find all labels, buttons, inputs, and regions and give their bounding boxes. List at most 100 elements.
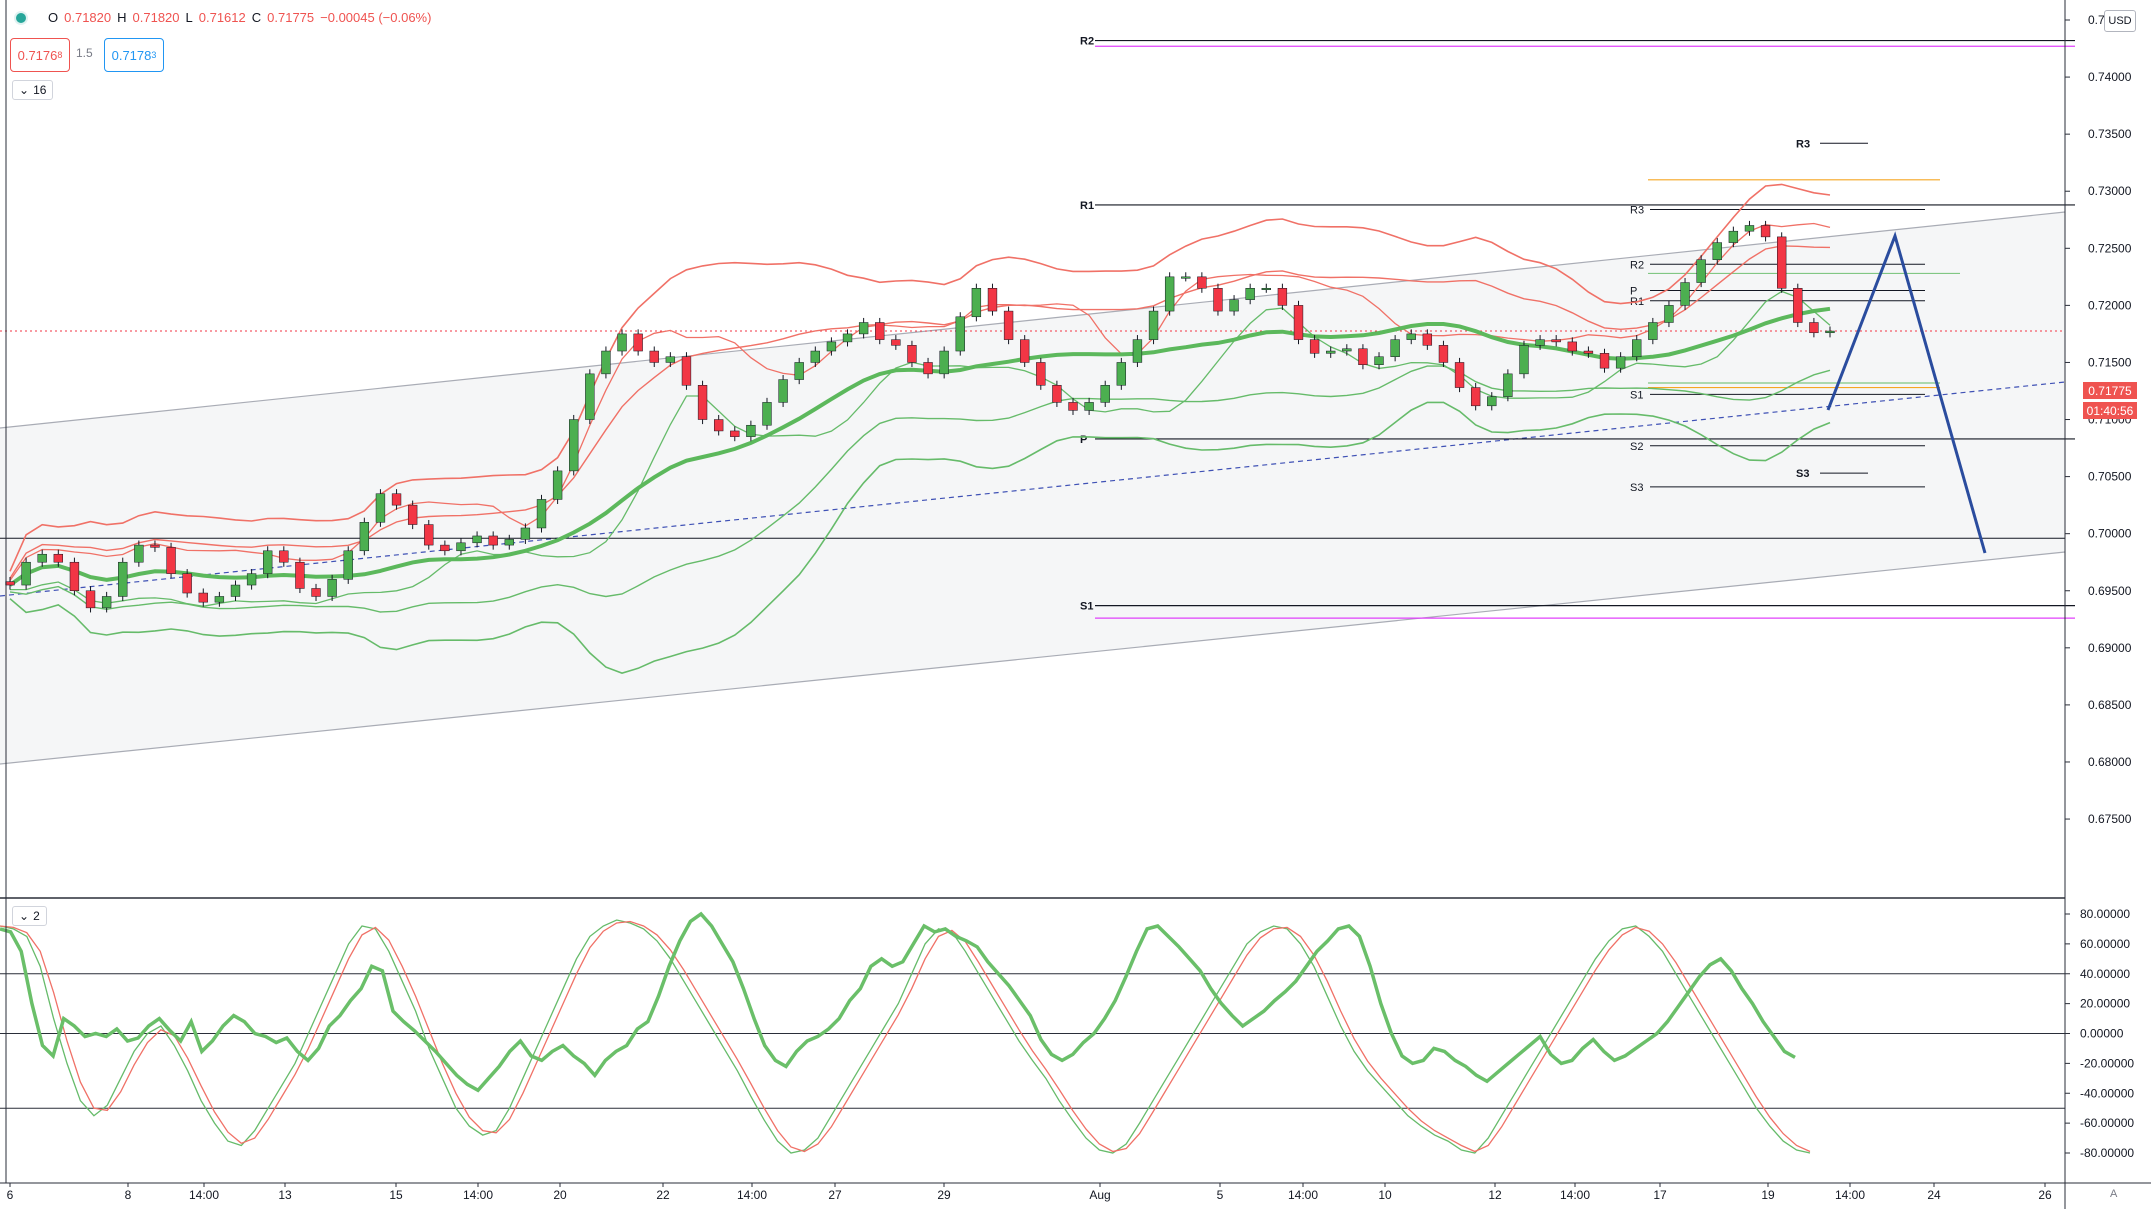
candle-body: [1020, 339, 1030, 363]
time-tick-label: 6: [7, 1188, 14, 1202]
candle-body: [1406, 333, 1416, 340]
price-tick-label: 0.73500: [2088, 127, 2132, 141]
time-tick-label: 14:00: [189, 1188, 219, 1202]
sell-button[interactable]: 0.7176 8: [10, 38, 70, 72]
price-tick-label: 0.70000: [2088, 527, 2132, 541]
candle-body: [1148, 310, 1159, 340]
candle-body: [1696, 259, 1706, 283]
candle-body: [311, 588, 321, 597]
weekly-pivot-label: P: [1080, 434, 1087, 446]
price-tick-label: 0.68000: [2088, 755, 2132, 769]
price-tick-label: 0.71500: [2088, 355, 2132, 369]
candle-body: [1293, 305, 1304, 340]
osc-tick-label: -80.00000: [2080, 1146, 2134, 1160]
osc-tick-label: 20.00000: [2080, 997, 2130, 1011]
currency-button[interactable]: USD: [2104, 10, 2136, 32]
buy-button[interactable]: 0.7178 3: [104, 38, 164, 72]
time-tick-label: 14:00: [1560, 1188, 1590, 1202]
candle-body: [1116, 362, 1127, 386]
candle-body: [697, 385, 708, 420]
last-price-label: 0.71775: [2083, 382, 2137, 399]
daily-pivot-label: P: [1630, 286, 1637, 298]
candle-body: [778, 379, 788, 403]
price-tick-label: 0.69000: [2088, 641, 2132, 655]
candle-body: [85, 590, 96, 609]
candle-body: [1583, 350, 1594, 354]
candle-body: [295, 561, 305, 589]
candle-body: [1003, 310, 1014, 340]
candle-body: [585, 373, 595, 420]
candle-body: [407, 504, 418, 525]
candle-body: [601, 350, 611, 375]
candle-body: [1277, 288, 1288, 306]
candle-body: [1036, 362, 1046, 386]
price-tick-label: 0.72500: [2088, 241, 2132, 255]
candle-body: [230, 584, 241, 597]
time-tick-label: 14:00: [463, 1188, 493, 1202]
candle-body: [1181, 276, 1191, 279]
weekly-pivot-label: R2: [1080, 36, 1094, 48]
candle-body: [810, 350, 820, 363]
candle-body: [53, 553, 63, 563]
candle-body: [1213, 288, 1223, 312]
main-price-pane[interactable]: R2R1PS1R3R2R1PS1S2S3R3S3: [0, 36, 2075, 765]
osc-indicators-toggle[interactable]: ⌄ 2: [12, 906, 47, 926]
candle-body: [424, 524, 434, 546]
candle-body: [730, 430, 740, 437]
buy-price-pip: 3: [151, 50, 157, 60]
candle-body: [504, 539, 514, 546]
price-tick-label: 0.70500: [2088, 470, 2132, 484]
candle-body: [1245, 288, 1255, 300]
candle-body: [1164, 276, 1175, 312]
time-tick-label: 15: [389, 1188, 403, 1202]
candle-body: [1809, 322, 1819, 334]
time-tick-label: 20: [553, 1188, 567, 1202]
candle-body: [150, 544, 160, 548]
high-value: 0.71820: [132, 10, 180, 25]
chevron-down-icon: ⌄: [19, 83, 30, 97]
candle-body: [1487, 396, 1497, 407]
daily-pivot-label: R3: [1630, 204, 1644, 216]
osc-tick-label: 60.00000: [2080, 937, 2130, 951]
candle-body: [488, 535, 498, 546]
candle-body: [891, 339, 901, 346]
close-label: C: [251, 10, 262, 25]
auto-scale-button[interactable]: A: [2110, 1188, 2117, 1200]
price-tick-label: 0.72000: [2088, 298, 2132, 312]
candle-body: [1358, 348, 1368, 365]
high-label: H: [117, 10, 127, 25]
candle-body: [1374, 356, 1384, 365]
candle-body: [939, 350, 949, 375]
daily-pivot-label: S3: [1630, 482, 1643, 494]
candle-body: [1132, 339, 1143, 363]
candle-body: [1229, 299, 1239, 312]
candle-body: [343, 550, 353, 580]
candle-body: [263, 550, 273, 574]
candle-body: [375, 493, 386, 523]
candle-body: [536, 499, 547, 529]
time-tick-label: 22: [656, 1188, 670, 1202]
candle-body: [1793, 288, 1803, 323]
symbol-status-icon: [14, 10, 28, 25]
candle-body: [1261, 288, 1271, 291]
candle-body: [746, 424, 756, 437]
low-label: L: [185, 10, 193, 25]
main-indicators-toggle[interactable]: ⌄ 16: [12, 80, 54, 100]
candle-body: [1760, 225, 1771, 238]
candle-body: [166, 547, 176, 574]
candle-body: [359, 522, 370, 552]
chart-canvas[interactable]: R2R1PS1R3R2R1PS1S2S3R3S3 0.745000.740000…: [0, 0, 2151, 1209]
price-tick-label: 0.68500: [2088, 698, 2132, 712]
time-tick-label: 14:00: [1835, 1188, 1865, 1202]
close-value: 0.71775: [267, 10, 315, 25]
time-tick-label: Aug: [1089, 1188, 1110, 1202]
candle-body: [617, 333, 627, 352]
ohlc-legend: O 0.71820 H 0.71820 L 0.71612 C 0.71775 −0.0…: [14, 10, 431, 25]
time-tick-label: 13: [278, 1188, 292, 1202]
candle-body: [1535, 339, 1545, 346]
candle-body: [1422, 333, 1433, 346]
candle-body: [279, 550, 289, 563]
sell-price: 0.7176: [17, 47, 58, 63]
candle-body: [762, 402, 772, 426]
oscillator-pane[interactable]: [0, 911, 2065, 1154]
